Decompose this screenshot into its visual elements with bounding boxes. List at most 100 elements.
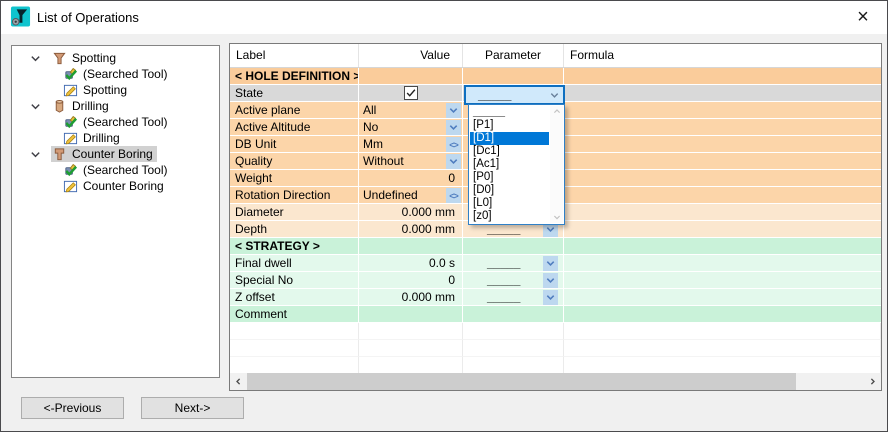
dropdown-option-dc1[interactable]: [Dc1] — [470, 145, 549, 158]
dropdown-option-d1[interactable]: [D1] — [470, 132, 549, 145]
state-checkbox[interactable] — [404, 86, 418, 100]
row-value-text: 0.0 s — [425, 256, 462, 270]
dropdown-option-d0[interactable]: [D0] — [470, 184, 549, 197]
empty-cell — [230, 357, 359, 374]
row-value-text: 0 — [444, 273, 462, 287]
tree-item-spotting[interactable]: Spotting — [12, 50, 219, 66]
table-row-comment[interactable]: Comment — [230, 306, 881, 323]
row-value: No — [359, 119, 463, 136]
close-button[interactable]: × — [845, 3, 881, 31]
scroll-up-icon[interactable] — [550, 107, 563, 116]
row-value: Undefined <> — [359, 187, 463, 204]
tree-item-body[interactable]: Counter Boring — [51, 146, 157, 162]
row-formula — [564, 170, 881, 187]
value-spinner-button[interactable]: <> — [446, 188, 461, 203]
previous-button[interactable]: <-Previous — [21, 397, 124, 419]
table-row-z-offset[interactable]: Z offset0.000 mm_____ — [230, 289, 881, 306]
chevron-down-icon[interactable] — [29, 100, 41, 112]
empty-cell — [230, 323, 359, 340]
tree-item-body[interactable]: Spotting — [51, 50, 120, 66]
tree-item-searched-tool[interactable]: (Searched Tool) — [12, 162, 219, 178]
tree-item-label: Drilling — [83, 130, 120, 146]
row-parameter: _____ — [463, 289, 564, 306]
row-formula — [564, 272, 881, 289]
chevron-down-icon[interactable] — [29, 52, 41, 64]
tree-item-searched-tool[interactable]: (Searched Tool) — [12, 114, 219, 130]
table-row-final-dwell[interactable]: Final dwell 0.0 s_____ — [230, 255, 881, 272]
chevron-down-icon[interactable] — [547, 88, 562, 103]
title-bar: List of Operations × — [1, 1, 887, 34]
dropdown-option-p1[interactable]: [P1] — [470, 119, 549, 132]
value-dropdown-button[interactable] — [446, 154, 461, 169]
parameter-combobox-open[interactable]: _____ — [464, 85, 565, 105]
scroll-down-icon[interactable] — [550, 213, 563, 222]
table-header: Label Value Parameter Formula — [230, 44, 881, 68]
dropdown-scrollbar[interactable] — [550, 106, 563, 223]
row-value: 0 — [359, 170, 463, 187]
empty-cell — [564, 340, 881, 357]
row-label: Quality — [230, 153, 359, 170]
dropdown-option-ac1[interactable]: [Ac1] — [470, 158, 549, 171]
value-dropdown-button[interactable] — [446, 120, 461, 135]
row-value-text: 0 — [444, 171, 462, 185]
row-formula — [564, 85, 881, 102]
row-value-text: 0.000 mm — [398, 205, 462, 219]
row-value: 0 — [359, 272, 463, 289]
row-value: 0.0 s — [359, 255, 463, 272]
row-formula — [564, 136, 881, 153]
row-formula — [564, 102, 881, 119]
row-formula — [564, 68, 881, 85]
chevron-down-icon[interactable] — [29, 148, 41, 160]
tree-item-label: (Searched Tool) — [83, 66, 168, 82]
row-parameter: _____ — [463, 255, 564, 272]
dropdown-option-l0[interactable]: [L0] — [470, 197, 549, 210]
next-button[interactable]: Next-> — [141, 397, 244, 419]
searched-tool-icon — [62, 163, 78, 178]
tree-item-body[interactable]: Drilling — [51, 98, 113, 114]
edit-icon — [62, 83, 78, 98]
table-row-strategy[interactable]: < STRATEGY > — [230, 238, 881, 255]
row-formula — [564, 119, 881, 136]
parameter-dropdown-button[interactable] — [543, 273, 558, 288]
parameter-placeholder: _____ — [487, 275, 520, 285]
list-of-operations-dialog: List of Operations × Spotting(Searched T… — [0, 0, 888, 432]
row-label: Depth — [230, 221, 359, 238]
row-value-text: Undefined — [359, 188, 418, 202]
table-row-empty — [230, 340, 881, 357]
table-row-special-no[interactable]: Special No 0 _____ — [230, 272, 881, 289]
dropdown-option-z0[interactable]: [z0] — [470, 210, 549, 223]
tree-item-searched-tool[interactable]: (Searched Tool) — [12, 66, 219, 82]
table-row-empty — [230, 323, 881, 340]
tree-item-label: Spotting — [72, 50, 116, 66]
parameter-dropdown-button[interactable] — [543, 290, 558, 305]
row-parameter — [463, 306, 564, 323]
searched-tool-icon — [62, 67, 78, 82]
table-row-hole-definition[interactable]: < HOLE DEFINITION > — [230, 68, 881, 85]
row-label: Special No — [230, 272, 359, 289]
tree-item-drilling[interactable]: Drilling — [12, 98, 219, 114]
dropdown-option-blank[interactable]: _____ — [470, 106, 549, 119]
tree-item-drilling[interactable]: Drilling — [12, 130, 219, 146]
dropdown-option-p0[interactable]: [P0] — [470, 171, 549, 184]
row-label: State — [230, 85, 359, 102]
tree-item-spotting[interactable]: Spotting — [12, 82, 219, 98]
counterbore-tool-icon — [51, 147, 67, 162]
row-label: Final dwell — [230, 255, 359, 272]
scroll-left-icon[interactable] — [230, 373, 247, 390]
tree-item-label: (Searched Tool) — [83, 114, 168, 130]
horizontal-scrollbar[interactable] — [230, 373, 881, 390]
drill-tool-icon — [51, 99, 67, 114]
row-label: Active plane — [230, 102, 359, 119]
row-value: Without — [359, 153, 463, 170]
parameter-dropdown-button[interactable] — [543, 256, 558, 271]
value-spinner-button[interactable]: <> — [446, 137, 461, 152]
tree-item-counter-boring[interactable]: Counter Boring — [12, 178, 219, 194]
value-dropdown-button[interactable] — [446, 103, 461, 118]
combobox-value: _____ — [478, 91, 547, 99]
tree-item-counter-boring[interactable]: Counter Boring — [12, 146, 219, 162]
spot-tool-icon — [51, 51, 67, 66]
scroll-right-icon[interactable] — [864, 373, 881, 390]
row-label: Weight — [230, 170, 359, 187]
row-formula — [564, 221, 881, 238]
scrollbar-thumb[interactable] — [247, 373, 796, 390]
